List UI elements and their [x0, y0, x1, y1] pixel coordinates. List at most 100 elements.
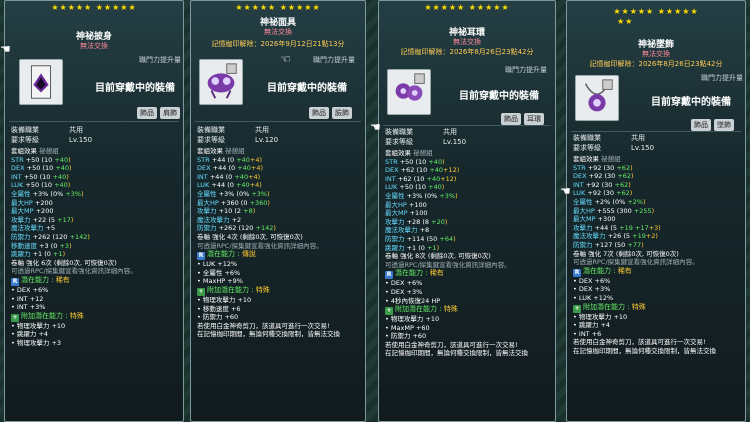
upgrade-label: 職門力提升量 — [505, 66, 547, 74]
stat-total: +555 — [596, 206, 617, 215]
stat-row: 最大HP +200 — [11, 199, 137, 208]
stat-base: (10 — [41, 155, 55, 164]
potential-label: 潛在能力 : — [207, 250, 242, 259]
stat-name: 攻擊力 — [385, 217, 407, 226]
stat-star: ) — [631, 172, 634, 181]
stat-star: +3) — [648, 223, 661, 232]
item-icon — [199, 59, 243, 105]
job-value: 共用 — [631, 134, 645, 142]
extra-stars: ★★ — [617, 17, 634, 26]
bonus-potential-header: + 附加潛在能力 : 特殊 — [197, 286, 340, 296]
stat-name: 魔法攻擊力 — [573, 232, 608, 241]
hand-cursor-icon: ☚ — [370, 120, 381, 134]
stat-total: +114 — [406, 234, 427, 243]
stat-row: 移動速度 +3 (0 +3) — [11, 242, 137, 251]
stat-bonus: +40 — [54, 181, 68, 190]
star-force-stars: ★★★★★ ★★★★★ — [235, 3, 321, 12]
stat-name: 防禦力 — [385, 234, 407, 243]
stat-name: 最大MP — [11, 207, 36, 216]
stat-row: 魔法攻擊力 +8 — [385, 226, 528, 235]
level-value: Lv.120 — [255, 136, 279, 144]
stat-row: 全屬性 +3% (0% +3%) — [11, 190, 137, 199]
stat-base: (0% — [236, 189, 252, 198]
stat-base: (8 — [422, 217, 432, 226]
stat-bonus: +40 — [426, 174, 441, 183]
stat-bonus: +62 — [614, 180, 629, 189]
potential-line: • DEX +6% — [573, 276, 611, 285]
wearing-label: 目前穿戴中的裝備 — [651, 97, 731, 108]
stat-total: +262 — [218, 224, 239, 233]
job-value: 共用 — [69, 126, 83, 134]
slot-tag: 臉飾 — [332, 107, 352, 119]
stat-total: +127 — [594, 240, 615, 249]
stat-row: 最大MP +200 — [11, 207, 137, 216]
bonus-potential-line: • 物理攻擊力 +10 — [385, 315, 440, 324]
potential-line: • LUK +12% — [197, 260, 238, 269]
stat-name: LUK — [11, 181, 26, 190]
stat-star: ) — [628, 180, 631, 189]
stat-total: +44 — [212, 164, 229, 173]
mask-icon — [207, 63, 237, 99]
stats-block: 套組效果 祕憩組 STR +92 (30 +62) DEX +92 (30 +62)… — [573, 155, 716, 355]
stat-base: (10 — [415, 183, 429, 192]
bonus-potential-line: • 移動速度 +6 — [197, 304, 241, 313]
potential-header: R 潛在能力 : 稀有 — [11, 276, 137, 286]
stat-total: +26 — [607, 232, 624, 241]
stat-name: 跳躍力 — [385, 243, 407, 252]
potential-line: • 4秒內恢復24 HP — [385, 296, 441, 305]
bonus-badge-icon: + — [573, 304, 581, 313]
stat-total: +50 — [23, 172, 40, 181]
stat-name: 防禦力 — [197, 224, 219, 233]
potential-line: • DEX +6% — [11, 285, 49, 294]
potential-label: 潛在能力 : — [583, 266, 618, 275]
stat-bonus: +20 — [431, 217, 445, 226]
stat-star: ) — [62, 250, 66, 259]
stat-total: +50 — [26, 164, 43, 173]
stat-star: ) — [436, 243, 440, 252]
stat-name: 最大HP — [197, 198, 221, 207]
stat-name: 魔法攻擊力 — [197, 215, 232, 224]
scissors-note: 若使用白金神奇剪刀，該道具可進行一次交易! — [573, 338, 706, 347]
stat-star: ) — [643, 197, 646, 206]
potential-label: 潛在能力 : — [21, 275, 56, 284]
seal-prefix: 記憶枷印解除： — [211, 40, 261, 48]
stat-total: +44 — [211, 155, 228, 164]
bonus-potential-line: • 跳躍力 +4 — [573, 321, 611, 330]
bonus-potential-header: + 附加潛在能力 : 特殊 — [11, 312, 137, 322]
stat-bonus: +19 — [632, 232, 646, 241]
stat-base: (10 — [42, 164, 56, 173]
bonus-potential-line: • 物理攻擊力 +10 — [573, 312, 628, 321]
stat-bonus: +2% — [627, 197, 644, 206]
stat-row: 防禦力 +127 (50 +77) — [573, 241, 716, 250]
scroll-enhance: 卷軸 強化 8次 (剩餘0次, 可恢復0次) — [385, 252, 491, 261]
stat-star: ) — [629, 189, 633, 198]
set-name: 祕憩組 — [601, 155, 621, 163]
stat-name: 最大MP — [573, 215, 598, 224]
stat-name: 全屬性 — [11, 189, 33, 198]
stat-row: STR +50 (10 +40) — [11, 156, 137, 165]
scissors-note: 若使用白金神奇剪刀，該道具可進行一次交易! — [197, 321, 330, 330]
scroll-hint: 可透過RPC/探集鍵宣看強化資訊詳細內容。 — [573, 258, 699, 267]
item-icon — [19, 59, 63, 105]
stat-base: (0% — [50, 189, 66, 198]
seal-prefix: 記憶枷印解除： — [589, 60, 639, 68]
stat-base: (30 — [601, 180, 615, 189]
stat-bonus: +64 — [439, 234, 454, 243]
stat-bonus: +3% — [439, 191, 456, 200]
job-key: 裝備職業 — [573, 134, 601, 142]
stat-total: +360 — [220, 198, 241, 207]
stat-row: LUK +50 (10 +40) — [385, 183, 528, 192]
level-value: Lv.150 — [69, 136, 93, 144]
seal-release: 記憶枷印解除：2026年8月26日23點42分 — [567, 59, 745, 69]
stat-star: +4) — [249, 181, 262, 190]
set-effect-row: 套組效果 祕憩組 — [573, 155, 716, 164]
category-tag: 飾品 — [501, 113, 521, 125]
stat-name: 攻擊力 — [573, 223, 595, 232]
stat-name: STR — [197, 155, 212, 164]
set-effect-row: 套組效果 祕憩組 — [197, 147, 340, 156]
stat-name: 攻擊力 — [11, 215, 33, 224]
stat-row: INT +50 (10 +40) — [11, 173, 137, 182]
stat-star: ) — [273, 224, 276, 233]
stat-name: LUK — [197, 181, 212, 190]
bonus-potential-line: • 防禦力 +60 — [385, 332, 427, 341]
